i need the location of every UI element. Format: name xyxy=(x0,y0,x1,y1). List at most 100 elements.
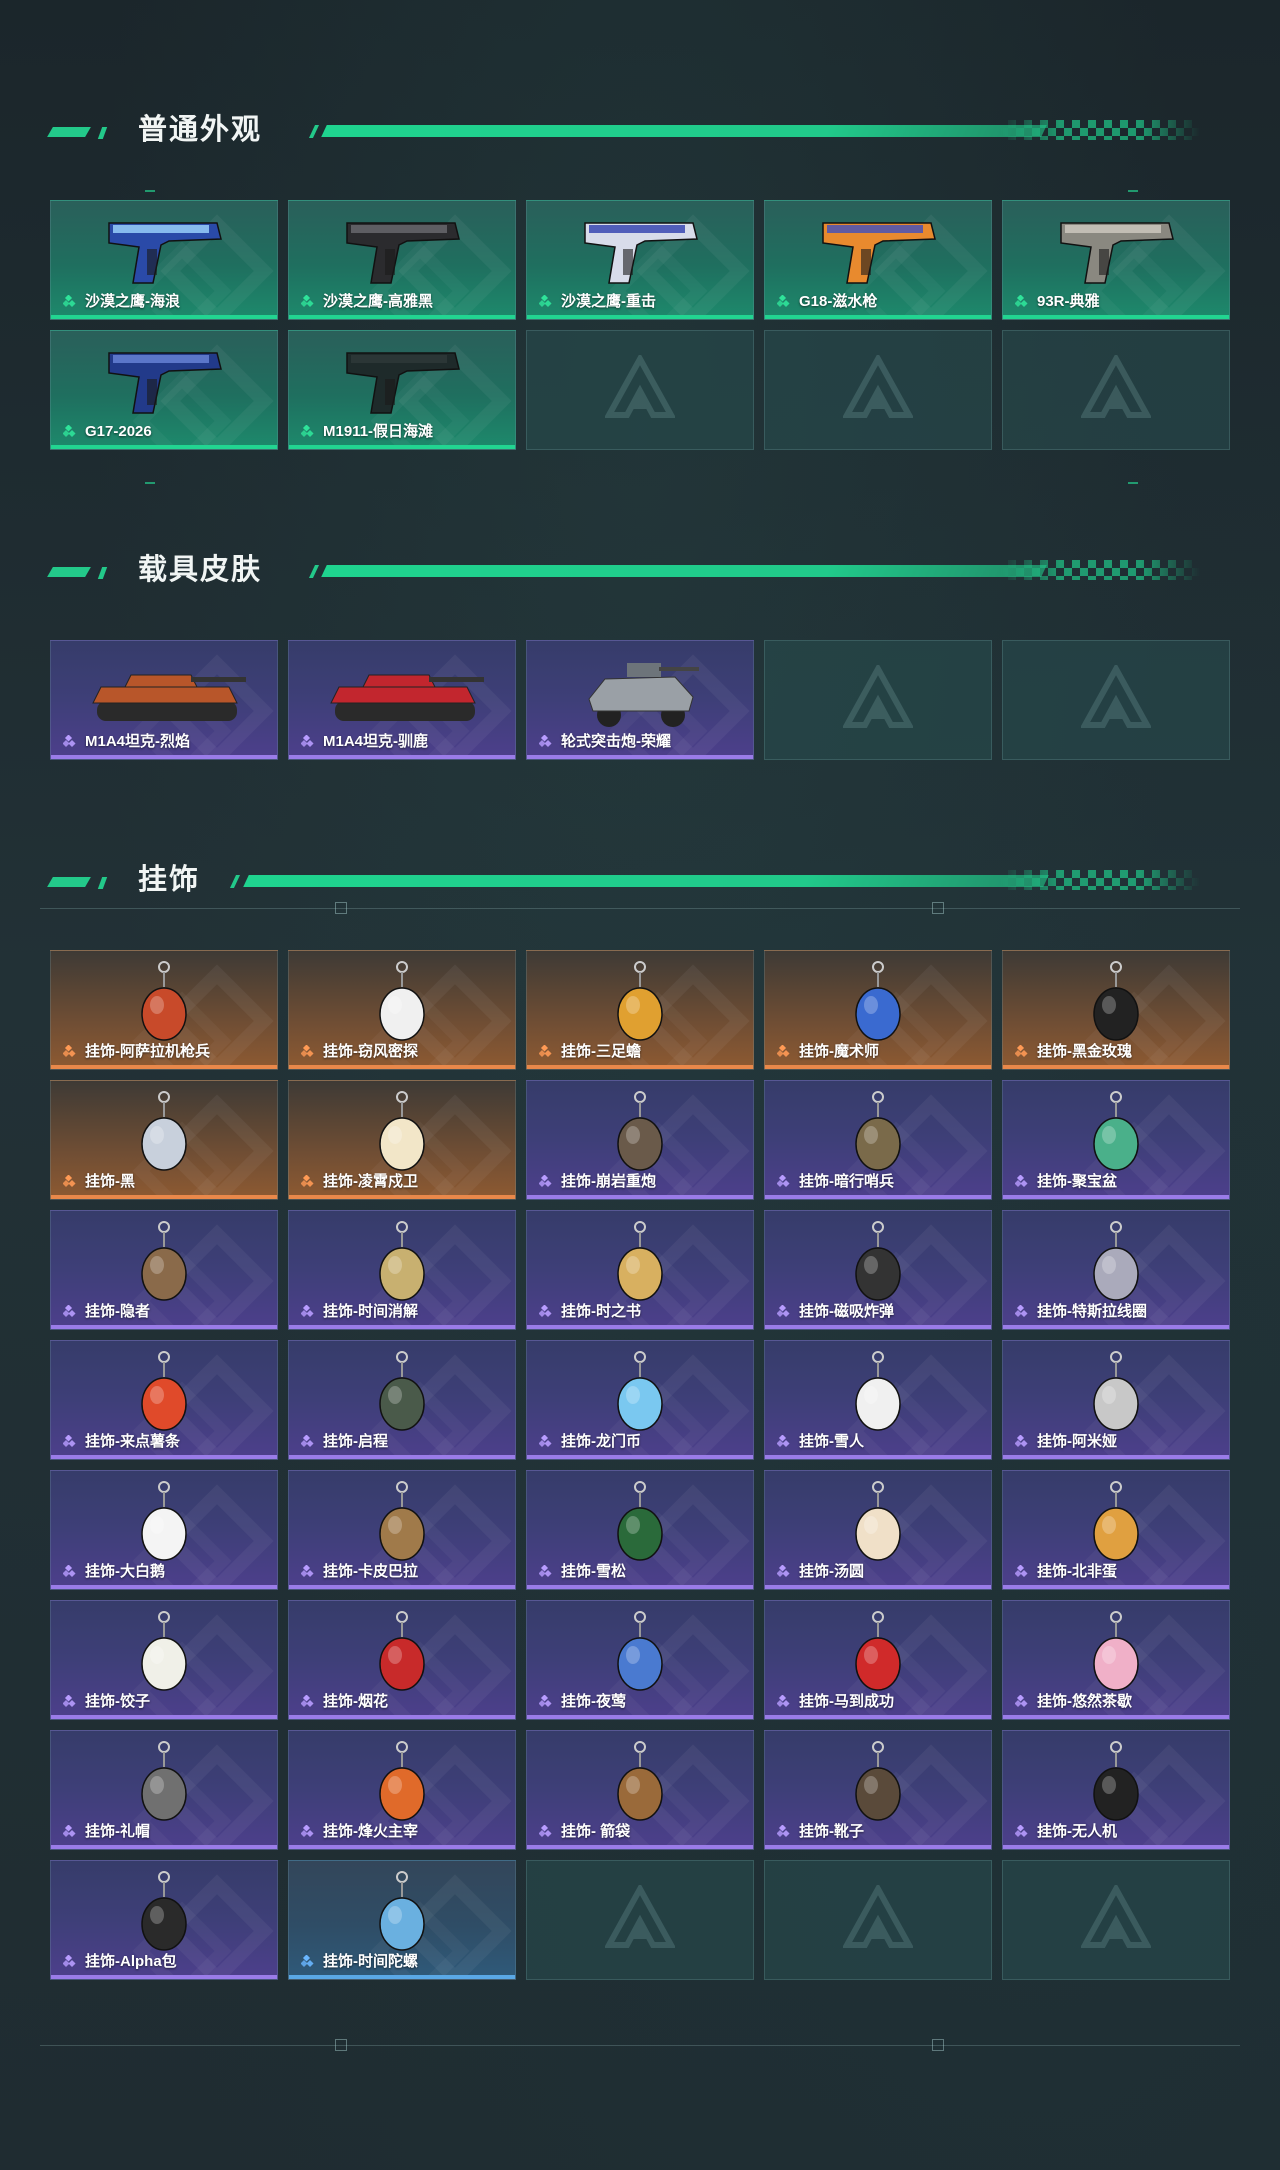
charm-icon xyxy=(1051,1349,1181,1437)
header-accent xyxy=(47,877,91,887)
item-card[interactable]: G17-2026 xyxy=(50,330,278,450)
rarity-diamond-icon xyxy=(538,1434,553,1449)
item-card[interactable]: 挂饰-北非蛋 xyxy=(1002,1470,1230,1590)
item-card[interactable]: 挂饰-无人机 xyxy=(1002,1730,1230,1850)
item-card[interactable]: 挂饰-悠然茶歇 xyxy=(1002,1600,1230,1720)
item-card[interactable]: 挂饰-隐者 xyxy=(50,1210,278,1330)
section-header: 载具皮肤 xyxy=(47,550,1200,590)
item-card[interactable]: 轮式突击炮-荣耀 xyxy=(526,640,754,760)
item-card[interactable]: 挂饰-雪人 xyxy=(764,1340,992,1460)
rarity-diamond-icon xyxy=(62,1044,77,1059)
item-label: 挂饰-启程 xyxy=(323,1433,388,1450)
rarity-diamond-icon xyxy=(300,1954,315,1969)
header-accent xyxy=(97,567,108,579)
item-card[interactable]: 挂饰-烽火主宰 xyxy=(288,1730,516,1850)
item-card[interactable]: 挂饰-时间消解 xyxy=(288,1210,516,1330)
item-label: 挂饰-无人机 xyxy=(1037,1823,1117,1840)
item-card[interactable]: G18-滋水枪 xyxy=(764,200,992,320)
item-card[interactable]: 沙漠之鹰-高雅黑 xyxy=(288,200,516,320)
item-label: 挂饰-卡皮巴拉 xyxy=(323,1563,418,1580)
placeholder-logo-icon xyxy=(841,1882,915,1955)
charm-icon xyxy=(813,1219,943,1307)
item-card[interactable]: 挂饰- 箭袋 xyxy=(526,1730,754,1850)
charm-icon xyxy=(575,959,705,1047)
charm-icon xyxy=(575,1609,705,1697)
rarity-diamond-icon xyxy=(300,734,315,749)
item-card[interactable]: 挂饰-礼帽 xyxy=(50,1730,278,1850)
item-label: 挂饰-阿萨拉机枪兵 xyxy=(85,1043,210,1060)
charm-icon xyxy=(99,1089,229,1177)
charm-icon xyxy=(1051,1219,1181,1307)
charm-icon xyxy=(813,1609,943,1697)
item-card[interactable]: 挂饰-夜莺 xyxy=(526,1600,754,1720)
item-label: 挂饰-夜莺 xyxy=(561,1693,626,1710)
item-label: 沙漠之鹰-重击 xyxy=(561,293,656,310)
item-label: 挂饰-大白鹅 xyxy=(85,1563,165,1580)
charm-icon xyxy=(99,959,229,1047)
empty-slot xyxy=(1002,330,1230,450)
item-card[interactable]: 挂饰-Alpha包 xyxy=(50,1860,278,1980)
placeholder-logo-icon xyxy=(841,352,915,425)
item-card[interactable]: M1A4坦克-驯鹿 xyxy=(288,640,516,760)
empty-slot xyxy=(764,1860,992,1980)
placeholder-logo-icon xyxy=(1079,662,1153,735)
item-card[interactable]: 挂饰-凌霄戍卫 xyxy=(288,1080,516,1200)
item-card[interactable]: 挂饰-时间陀螺 xyxy=(288,1860,516,1980)
item-card[interactable]: 沙漠之鹰-海浪 xyxy=(50,200,278,320)
item-card[interactable]: 挂饰-烟花 xyxy=(288,1600,516,1720)
item-card[interactable]: 挂饰-阿米娅 xyxy=(1002,1340,1230,1460)
frame-line xyxy=(40,908,1240,909)
item-card[interactable]: 挂饰-崩岩重炮 xyxy=(526,1080,754,1200)
rarity-diamond-icon xyxy=(62,1434,77,1449)
item-card[interactable]: 挂饰-雪松 xyxy=(526,1470,754,1590)
rarity-diamond-icon xyxy=(776,1304,791,1319)
item-label: 挂饰-悠然茶歇 xyxy=(1037,1693,1132,1710)
item-card[interactable]: 挂饰-启程 xyxy=(288,1340,516,1460)
rarity-diamond-icon xyxy=(1014,1434,1029,1449)
item-card[interactable]: 挂饰-磁吸炸弹 xyxy=(764,1210,992,1330)
charm-icon xyxy=(575,1349,705,1437)
pistol-icon xyxy=(337,339,467,427)
item-label: 挂饰-烽火主宰 xyxy=(323,1823,418,1840)
item-card[interactable]: 挂饰-马到成功 xyxy=(764,1600,992,1720)
item-card[interactable]: 挂饰-龙门币 xyxy=(526,1340,754,1460)
rarity-diamond-icon xyxy=(300,294,315,309)
item-card[interactable]: 挂饰-黑金玫瑰 xyxy=(1002,950,1230,1070)
item-label: 轮式突击炮-荣耀 xyxy=(561,733,671,750)
item-card[interactable]: 挂饰-阿萨拉机枪兵 xyxy=(50,950,278,1070)
item-card[interactable]: 挂饰-三足蟾 xyxy=(526,950,754,1070)
rarity-diamond-icon xyxy=(300,1434,315,1449)
item-card[interactable]: 沙漠之鹰-重击 xyxy=(526,200,754,320)
item-card[interactable]: 挂饰-魔术师 xyxy=(764,950,992,1070)
item-label: 挂饰-时之书 xyxy=(561,1303,641,1320)
rarity-diamond-icon xyxy=(776,294,791,309)
item-card[interactable]: 挂饰-来点薯条 xyxy=(50,1340,278,1460)
item-card[interactable]: 挂饰-靴子 xyxy=(764,1730,992,1850)
header-bar xyxy=(321,125,1047,137)
rarity-diamond-icon xyxy=(776,1174,791,1189)
rarity-diamond-icon xyxy=(300,1824,315,1839)
item-card[interactable]: M1A4坦克-烈焰 xyxy=(50,640,278,760)
rarity-diamond-icon xyxy=(538,1694,553,1709)
placeholder-logo-icon xyxy=(1079,352,1153,425)
item-card[interactable]: 挂饰-聚宝盆 xyxy=(1002,1080,1230,1200)
item-card[interactable]: 挂饰-饺子 xyxy=(50,1600,278,1720)
item-card[interactable]: 挂饰-汤圆 xyxy=(764,1470,992,1590)
charm-icon xyxy=(575,1089,705,1177)
frame-square xyxy=(335,2039,347,2051)
empty-slot xyxy=(764,330,992,450)
item-card[interactable]: 93R-典雅 xyxy=(1002,200,1230,320)
item-card[interactable]: 挂饰-特斯拉线圈 xyxy=(1002,1210,1230,1330)
item-card[interactable]: 挂饰-大白鹅 xyxy=(50,1470,278,1590)
item-label: 沙漠之鹰-海浪 xyxy=(85,293,180,310)
item-card[interactable]: 挂饰-时之书 xyxy=(526,1210,754,1330)
item-card[interactable]: 挂饰-黑 xyxy=(50,1080,278,1200)
rarity-diamond-icon xyxy=(62,1304,77,1319)
item-card[interactable]: M1911-假日海滩 xyxy=(288,330,516,450)
item-card[interactable]: 挂饰-卡皮巴拉 xyxy=(288,1470,516,1590)
section-title: 普通外观 xyxy=(138,114,263,146)
pistol-icon xyxy=(337,209,467,297)
item-card[interactable]: 挂饰-暗行哨兵 xyxy=(764,1080,992,1200)
rarity-diamond-icon xyxy=(62,424,77,439)
item-card[interactable]: 挂饰-窃风密探 xyxy=(288,950,516,1070)
